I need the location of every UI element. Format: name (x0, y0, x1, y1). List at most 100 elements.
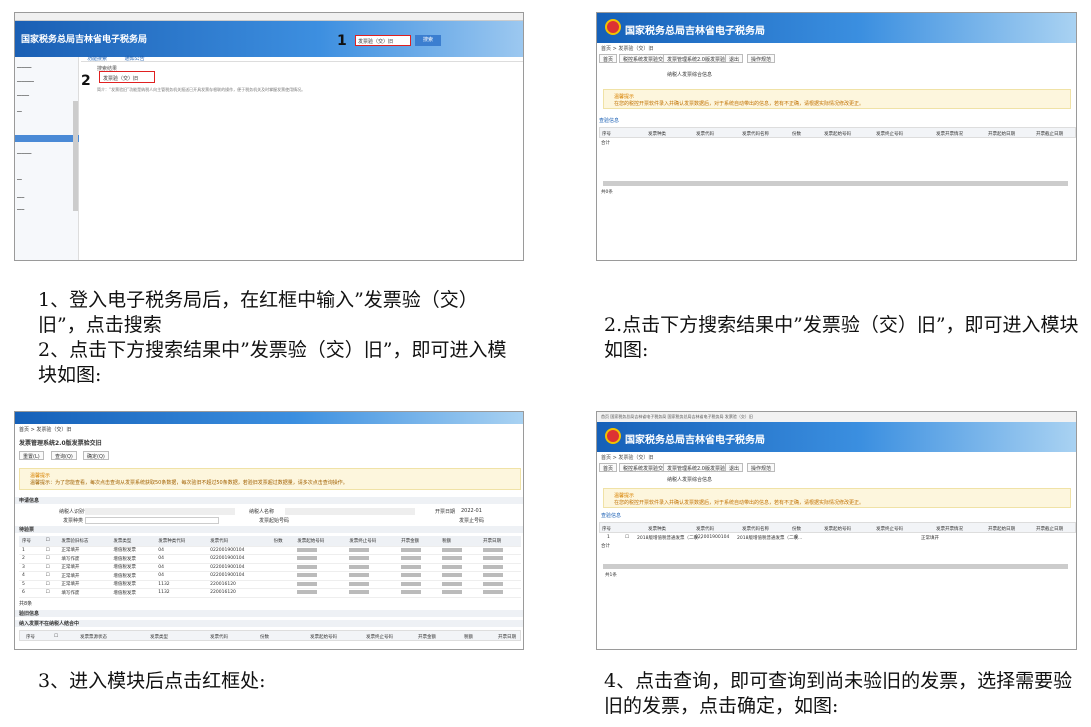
cell-tax (439, 571, 480, 581)
col-header[interactable]: 开票日期 (480, 536, 521, 547)
cell-no: 2 (19, 554, 43, 564)
col-header[interactable]: 发票起始号码 (310, 634, 337, 640)
col-header[interactable]: 份数 (792, 131, 801, 137)
col-header[interactable]: 发票代码 (696, 526, 714, 532)
cell-end (346, 563, 399, 572)
col-header[interactable]: 发票票源状态 (80, 634, 107, 640)
checkbox[interactable]: ☐ (54, 634, 58, 639)
select-all-checkbox[interactable]: ☐ (42, 536, 59, 547)
col-header[interactable]: 税额 (439, 536, 480, 547)
row-checkbox[interactable]: ☐ (42, 563, 59, 572)
col-header[interactable]: 发票代码名称 (742, 526, 769, 532)
cell-count (270, 563, 295, 572)
grid-header: 序号 发票种类 发票代码 发票代码名称 份数 发票起始号码 发票终止号码 发票开… (599, 522, 1076, 533)
sidebar-item[interactable]: ━━━━━━ (17, 65, 31, 70)
col-header[interactable]: 发票代码 (696, 131, 714, 137)
col-header[interactable]: 份数 (270, 536, 295, 547)
row-checkbox[interactable]: ☐ (42, 588, 59, 598)
col-header[interactable]: 发票类型 (110, 536, 156, 547)
search-button[interactable]: 搜索 (415, 35, 441, 46)
module-title: 发票管理系统2.0版发票验交旧 (19, 440, 102, 447)
col-header[interactable]: 开票金额 (398, 536, 440, 547)
col-header[interactable]: 发票开票情况 (936, 526, 963, 532)
invoice-kind-select[interactable] (85, 517, 219, 524)
sidebar-item[interactable]: ━━━━━ (17, 93, 29, 98)
col-header[interactable]: 份数 (792, 526, 801, 532)
redacted-value (442, 556, 463, 560)
col-header[interactable]: 税额 (464, 634, 473, 640)
sidebar-item[interactable]: ━━━━━━ (17, 151, 31, 156)
table-row[interactable]: 4 ☐ 正常填开 增值税发票 04 022001900104 (19, 571, 521, 581)
search-result-item[interactable]: 发票验（交）旧 (99, 71, 155, 83)
col-header[interactable]: 发票种类 (648, 526, 666, 532)
table-row[interactable]: 1 ☐ 2018版增值税普通发票（二联... 022001900104 2018… (599, 533, 1076, 542)
row-checkbox[interactable]: ☐ (42, 580, 59, 589)
col-header[interactable]: 发票开票情况 (936, 131, 963, 137)
row-checkbox[interactable]: ☐ (42, 554, 59, 564)
sidebar-item[interactable]: ━━━ (17, 195, 24, 200)
row-checkbox[interactable]: ☐ (42, 571, 59, 581)
reset-button[interactable]: 重置(L) (19, 451, 44, 460)
row-checkbox[interactable]: ☐ (625, 535, 629, 540)
col-header[interactable]: 发票起始号码 (824, 131, 851, 137)
guide-button[interactable]: 操作规范 (747, 463, 776, 472)
exit-button[interactable]: 退出 (725, 54, 744, 63)
cell-start (294, 554, 347, 564)
sidebar-item[interactable]: ━━ (17, 177, 22, 182)
cell-amount (398, 571, 440, 581)
redacted-value (442, 573, 463, 577)
col-header[interactable]: 开票金额 (418, 634, 436, 640)
col-header[interactable]: 发票终止号码 (876, 131, 903, 137)
col-header[interactable]: 发票类型 (150, 634, 168, 640)
cell-count (270, 580, 295, 589)
col-header[interactable]: 发票种类 (648, 131, 666, 137)
cell-tax (439, 588, 480, 598)
guide-button[interactable]: 操作规范 (747, 54, 776, 63)
col-header[interactable]: 开票日期 (498, 634, 516, 640)
table-row[interactable]: 2 ☐ 填写作废 增值税发票 04 022001900104 (19, 554, 521, 564)
col-header[interactable]: 发票起始号码 (824, 526, 851, 532)
home-button[interactable]: 首页 (599, 463, 618, 472)
query-button[interactable]: 查询(Q) (51, 451, 77, 460)
horizontal-scrollbar[interactable] (603, 181, 1068, 186)
col-header[interactable]: 开票截止日期 (1036, 131, 1063, 137)
caption-step2b: 2.点击下方搜索结果中”发票验（交）旧”，即可进入模块如图: (604, 314, 1079, 361)
pending-table: 序号 ☐ 发票验旧标志 发票类型 发票种类代码 发票代码 份数 发票起始号码 发… (19, 536, 521, 598)
toolbar: 首页 税控系统发票验交旧 发票管理系统2.0版发票验交旧 退出 操作规范 (597, 462, 1076, 474)
cell-kind: 1132 (155, 580, 208, 589)
sidebar-scrollbar[interactable] (73, 101, 78, 211)
col-header[interactable]: 份数 (260, 634, 269, 640)
exit-button[interactable]: 退出 (725, 463, 744, 472)
cell-date (480, 580, 521, 589)
table-row[interactable]: 5 ☐ 正常填开 增值税发票 1132 220016120 (19, 580, 521, 589)
col-header[interactable]: 发票起始号码 (294, 536, 347, 547)
table-row[interactable]: 3 ☐ 正常填开 增值税发票 04 022001900104 (19, 563, 521, 572)
taxpayer-id-field[interactable] (85, 508, 235, 515)
sidebar-item[interactable]: ━━━━━━━ (17, 79, 34, 84)
table-row[interactable]: 1 ☐ 正常填开 增值税发票 04 022001900104 (19, 546, 521, 555)
row-checkbox[interactable]: ☐ (42, 546, 59, 555)
col-header[interactable]: 开票起始日期 (988, 131, 1015, 137)
col-header[interactable]: 发票代码名称 (742, 131, 769, 137)
taxpayer-name-field[interactable] (285, 508, 415, 515)
col-header[interactable]: 发票代码 (210, 634, 228, 640)
cell-end (346, 571, 399, 581)
home-button[interactable]: 首页 (599, 54, 618, 63)
col-header[interactable]: 发票终止号码 (346, 536, 399, 547)
col-header[interactable]: 发票终止号码 (876, 526, 903, 532)
col-header[interactable]: 发票终止号码 (366, 634, 393, 640)
invoice-date-field[interactable]: 2022-01 (461, 508, 482, 514)
col-header[interactable]: 开票起始日期 (988, 526, 1015, 532)
browser-tab-bar: 首页 国家税务总局吉林省电子税务局 国家税务总局吉林省电子税务局 发票验（交）旧 (597, 412, 1076, 422)
breadcrumb: 首页 > 发票验（交）旧 (19, 427, 72, 433)
horizontal-scrollbar[interactable] (603, 564, 1068, 569)
col-header[interactable]: 发票代码 (207, 536, 271, 547)
table-row[interactable]: 6 ☐ 填写作废 增值税发票 1132 220016120 (19, 588, 521, 598)
col-header[interactable]: 发票种类代码 (155, 536, 208, 547)
confirm-button[interactable]: 确定(Q) (83, 451, 109, 460)
search-input[interactable]: 发票验（交）旧 (355, 35, 411, 46)
sidebar-item[interactable]: ━━ (17, 109, 22, 114)
sidebar-item[interactable]: ━━━ (17, 207, 24, 212)
col-header[interactable]: 开票截止日期 (1036, 526, 1063, 532)
col-header[interactable]: 发票验旧标志 (58, 536, 111, 547)
